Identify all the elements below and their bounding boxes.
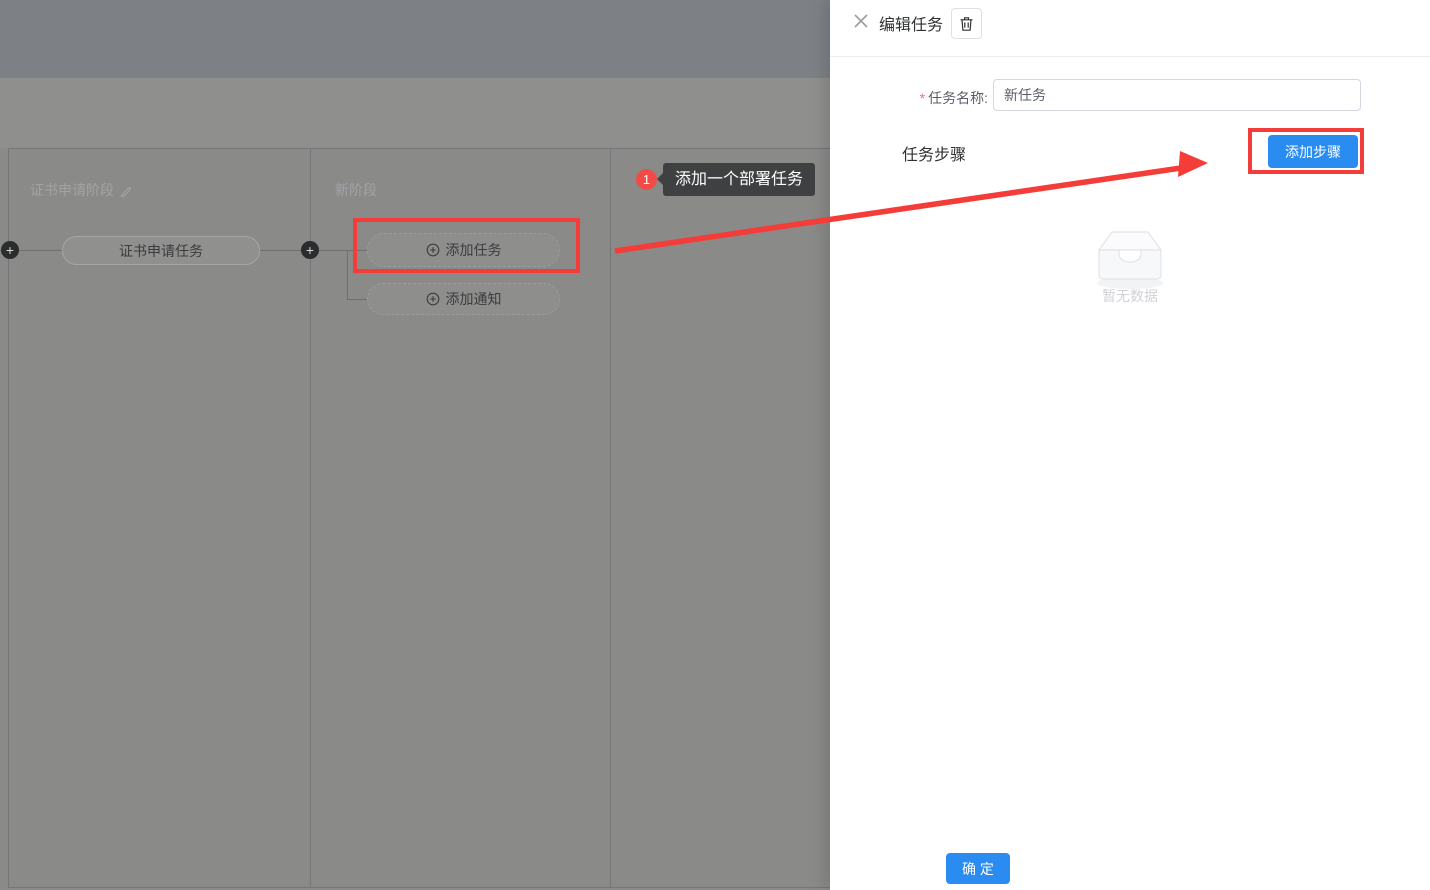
stage-title-label: 新阶段 bbox=[335, 180, 377, 200]
edit-task-drawer: 编辑任务 *任务名称: 任务步骤 添加步骤 暂无数据 确 定 bbox=[830, 0, 1430, 890]
task-steps-heading: 任务步骤 bbox=[902, 141, 966, 165]
add-notify-label: 添加通知 bbox=[446, 289, 502, 309]
app-top-bar bbox=[0, 0, 830, 78]
add-step-button[interactable]: 添加步骤 bbox=[1268, 135, 1358, 168]
circle-plus-icon bbox=[426, 243, 440, 257]
task-name-input[interactable] bbox=[993, 79, 1361, 111]
circle-plus-icon bbox=[426, 292, 440, 306]
drawer-header-divider bbox=[830, 56, 1430, 57]
stage-top-border bbox=[8, 148, 830, 149]
stage-bottom-border bbox=[8, 887, 830, 888]
insert-stage-button[interactable]: + bbox=[1, 241, 19, 259]
confirm-button[interactable]: 确 定 bbox=[946, 853, 1010, 884]
task-pill-label: 证书申请任务 bbox=[119, 241, 203, 261]
pencil-icon[interactable] bbox=[120, 184, 133, 197]
add-task-button[interactable]: 添加任务 bbox=[367, 233, 560, 267]
add-task-label: 添加任务 bbox=[446, 240, 502, 260]
close-icon[interactable] bbox=[852, 12, 870, 30]
task-name-label: *任务名称: bbox=[898, 88, 988, 108]
stage-title-label: 证书申请阶段 bbox=[30, 180, 114, 200]
plus-icon: + bbox=[306, 243, 314, 257]
required-asterisk: * bbox=[920, 90, 925, 106]
stage-border bbox=[310, 148, 311, 888]
step-number-badge: 1 bbox=[636, 169, 657, 190]
stage-title-cert-apply: 证书申请阶段 bbox=[30, 180, 133, 200]
pipeline-connector bbox=[347, 250, 348, 300]
empty-box-icon bbox=[1085, 224, 1175, 294]
delete-task-button[interactable] bbox=[951, 8, 982, 39]
empty-state-text: 暂无数据 bbox=[1070, 286, 1190, 306]
tooltip-arrow-icon bbox=[657, 173, 663, 185]
tooltip-text: 添加一个部署任务 bbox=[675, 171, 803, 188]
pipeline-toolbar bbox=[0, 78, 830, 148]
badge-number: 1 bbox=[643, 172, 650, 187]
stage-border bbox=[8, 148, 9, 888]
add-notify-button[interactable]: 添加通知 bbox=[367, 283, 560, 315]
drawer-title: 编辑任务 bbox=[879, 11, 943, 35]
trash-icon bbox=[959, 16, 974, 32]
task-name-label-text: 任务名称: bbox=[928, 90, 988, 106]
stage-border bbox=[610, 148, 611, 888]
tutorial-tooltip: 添加一个部署任务 bbox=[663, 163, 815, 196]
plus-icon: + bbox=[6, 243, 14, 257]
task-pill-cert-apply[interactable]: 证书申请任务 bbox=[62, 236, 260, 265]
insert-stage-button[interactable]: + bbox=[301, 241, 319, 259]
stage-title-new-stage: 新阶段 bbox=[335, 180, 377, 200]
pipeline-connector bbox=[347, 299, 367, 300]
